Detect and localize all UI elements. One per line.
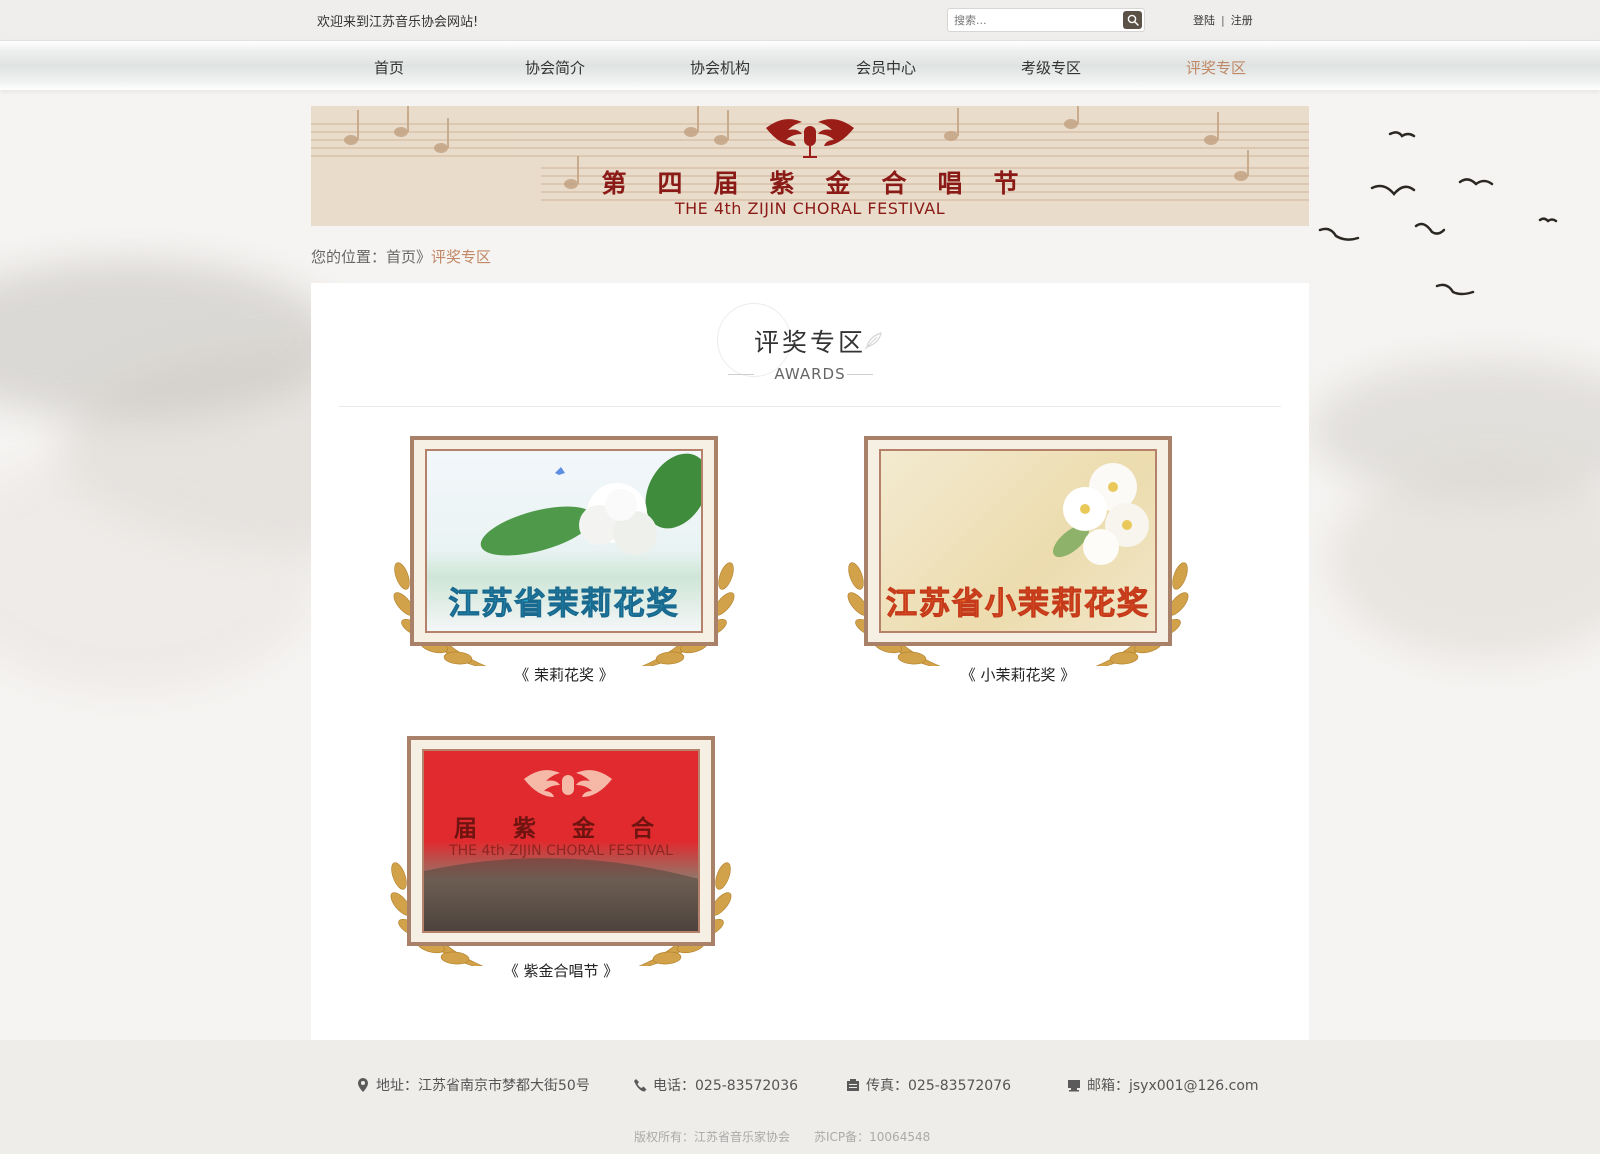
email-icon [1068,1080,1080,1092]
auth-separator: | [1221,14,1225,27]
location-icon [358,1078,368,1092]
nav-item-exam[interactable]: 考级专区 [991,57,1111,78]
welcome-text: 欢迎来到江苏音乐协会网站! [317,15,479,30]
banner-title: 第四届紫金合唱节 [601,169,1050,198]
nav-item-organization[interactable]: 协会机构 [660,57,780,78]
footer: 地址：江苏省南京市梦都大街50号 电话：025-83572036 传真：025-… [0,1040,1600,1154]
footer-email: 邮箱：jsyx001@126.com [1067,1075,1259,1095]
breadcrumb-separator: 》 [416,248,432,266]
breadcrumb-home[interactable]: 首页 [386,248,416,266]
search-input[interactable] [954,12,1114,29]
footer-phone: 电话：025-83572036 [633,1075,798,1095]
register-link[interactable]: 注册 [1231,14,1253,27]
jasmine-award-image: 江苏省茉莉花奖 [425,449,703,633]
award-frame: 届 紫 金 合 THE 4th ZIJIN CHORAL FESTIVAL [407,736,715,946]
zijin-choral-award-image: 届 紫 金 合 THE 4th ZIJIN CHORAL FESTIVAL [422,749,700,933]
footer-address: 地址：江苏省南京市梦都大街50号 [356,1075,590,1095]
footer-fax-text: 传真：025-83572076 [866,1078,1012,1094]
search-icon [1127,14,1139,26]
nav-item-about[interactable]: 协会简介 [495,57,615,78]
award-frame: 江苏省小茉莉花奖 [864,436,1172,646]
footer-address-text: 地址：江苏省南京市梦都大街50号 [376,1078,590,1094]
nav-item-awards[interactable]: 评奖专区 [1156,57,1276,78]
breadcrumb-prefix: 您的位置： [311,248,387,266]
banner-subtitle: THE 4th ZIJIN CHORAL FESTIVAL [674,199,946,218]
section-divider [339,406,1281,407]
icp-text: 苏ICP备：10064548 [814,1130,931,1144]
search-button[interactable] [1123,11,1142,29]
award-frame: 江苏省茉莉花奖 [410,436,718,646]
top-bar: 欢迎来到江苏音乐协会网站! 登陆 | 注册 [0,0,1600,40]
footer-email-text: 邮箱：jsyx001@126.com [1087,1078,1259,1094]
subtitle-line-right [847,374,873,375]
nav-item-home[interactable]: 首页 [329,57,449,78]
award-image-text: 江苏省小茉莉花奖 [886,586,1150,623]
breadcrumb: 您的位置：首页》评奖专区 [311,246,491,267]
award-caption[interactable]: 《 紫金合唱节 》 [371,960,751,981]
award-image-text: 届 紫 金 合 [453,815,669,842]
awards-panel: 评奖专区 AWARDS 江苏省茉莉花奖 《 茉莉花奖 》 江苏省小茉莉花奖 《 … [311,283,1309,1040]
footer-fax: 传真：025-83572076 [846,1075,1011,1095]
award-card-little-jasmine[interactable]: 江苏省小茉莉花奖 《 小茉莉花奖 》 [828,436,1208,696]
login-link[interactable]: 登陆 [1193,14,1215,27]
nav-item-member-center[interactable]: 会员中心 [826,57,946,78]
footer-phone-text: 电话：025-83572036 [653,1078,799,1094]
award-card-jasmine[interactable]: 江苏省茉莉花奖 《 茉莉花奖 》 [374,436,754,696]
award-image-text: 江苏省茉莉花奖 [448,586,680,623]
award-card-zijin-choral[interactable]: 届 紫 金 合 THE 4th ZIJIN CHORAL FESTIVAL 《 … [371,736,751,996]
award-caption[interactable]: 《 小茉莉花奖 》 [828,664,1208,685]
search-box [947,8,1145,32]
subtitle-line-left [728,374,754,375]
section-subtitle: AWARDS [774,365,846,383]
award-image-subtext: THE 4th ZIJIN CHORAL FESTIVAL [449,843,673,859]
auth-links: 登陆 | 注册 [1193,12,1253,28]
leaf-icon [864,332,882,350]
festival-banner: 第四届紫金合唱节 THE 4th ZIJIN CHORAL FESTIVAL [311,106,1309,226]
copyright-text: 版权所有：江苏省音乐家协会 [634,1130,791,1144]
phone-icon [634,1079,647,1092]
award-caption[interactable]: 《 茉莉花奖 》 [374,664,754,685]
little-jasmine-award-image: 江苏省小茉莉花奖 [879,449,1157,633]
main-nav: 首页 协会简介 协会机构 会员中心 考级专区 评奖专区 [0,40,1600,90]
breadcrumb-current: 评奖专区 [431,248,492,266]
fax-icon [847,1079,859,1091]
section-title: 评奖专区 [753,328,866,357]
winged-microphone-icon [766,119,854,158]
